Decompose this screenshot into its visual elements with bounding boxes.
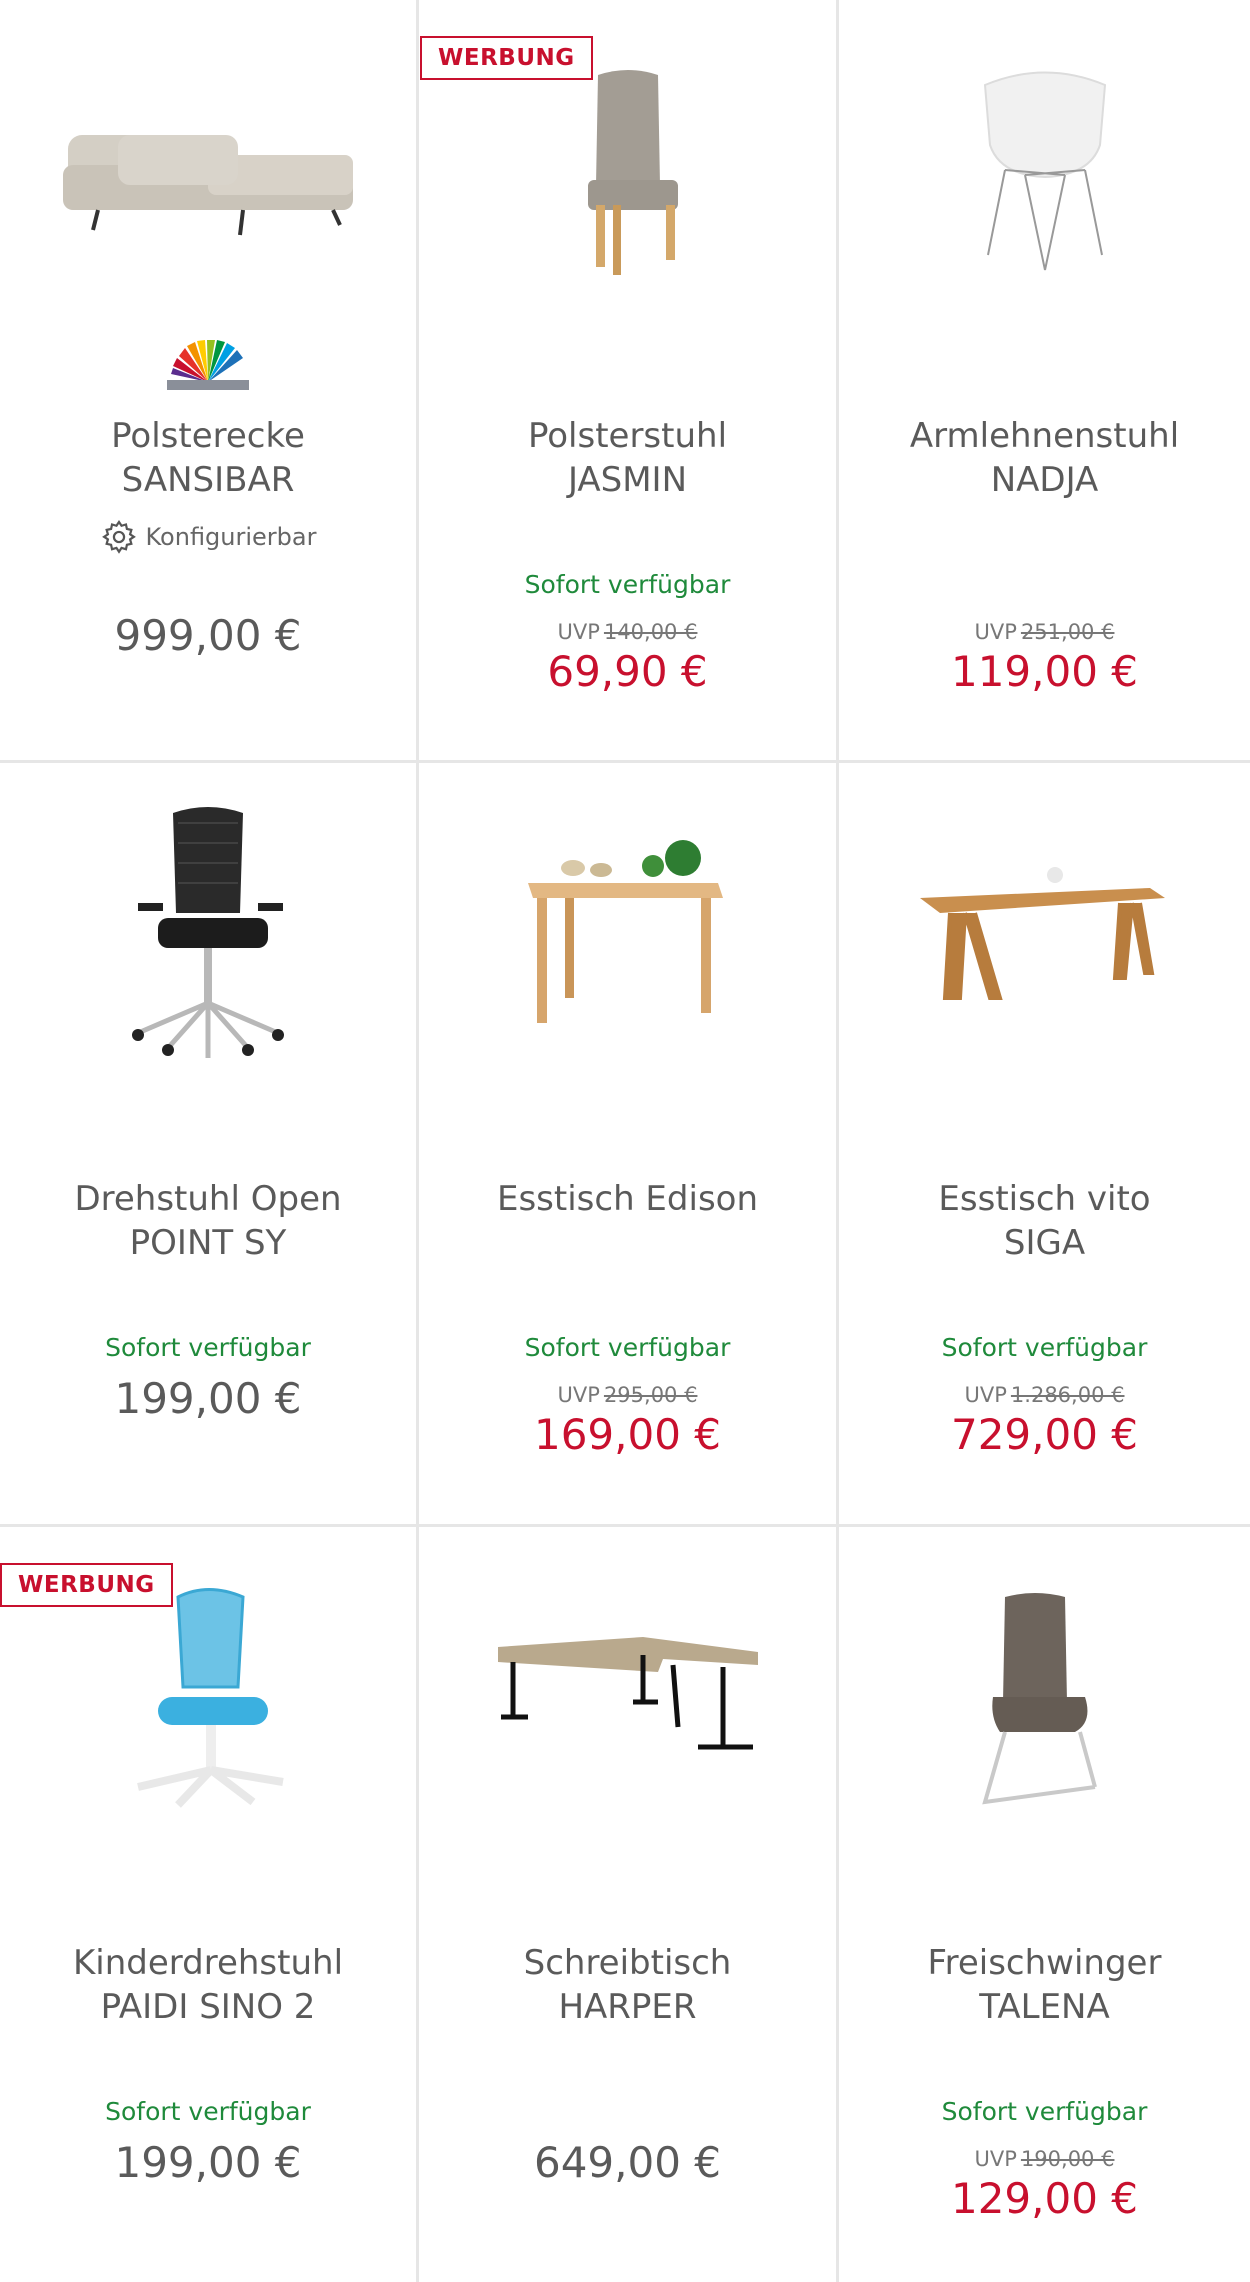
product-title[interactable]: Esstisch vito SIGA [849, 1177, 1240, 1265]
product-title-line2[interactable]: JASMIN [429, 458, 826, 502]
availability-text: Sofort verfügbar [105, 2097, 311, 2126]
product-tile-vito-siga[interactable]: Esstisch vito SIGA Sofort verfügbar UVP 1… [839, 763, 1250, 1527]
product-title[interactable]: Esstisch Edison [429, 1177, 826, 1221]
product-price: 649,00 € [533, 2138, 722, 2187]
product-title-line2[interactable]: HARPER [429, 1985, 826, 2029]
product-tile-paidi-sino[interactable]: WERBUNG Kinderdrehstuhl PAIDI SINO 2 Sof… [0, 1527, 419, 2282]
product-title-line1[interactable]: Esstisch Edison [429, 1177, 826, 1221]
product-tile-jasmin[interactable]: WERBUNG Polsterstuhl JASMIN Sofort verfü… [419, 0, 839, 763]
product-title-line1[interactable]: Polsterecke [10, 414, 406, 458]
table-image[interactable] [419, 803, 836, 1063]
product-title[interactable]: Armlehnenstuhl NADJA [849, 414, 1240, 502]
product-title-line1[interactable]: Esstisch vito [849, 1177, 1240, 1221]
product-title-line1[interactable]: Polsterstuhl [429, 414, 826, 458]
product-title[interactable]: Drehstuhl Open POINT SY [10, 1177, 406, 1265]
sale-price: 169,00 € [533, 1410, 722, 1459]
availability-text: Sofort verfügbar [524, 1333, 731, 1362]
sale-price: 119,00 € [950, 647, 1139, 696]
sale-price: 69,90 € [547, 647, 708, 696]
product-tile-harper[interactable]: Schreibtisch HARPER 649,00 € [419, 1527, 839, 2282]
kids-chair-image[interactable] [0, 1567, 416, 1827]
long-table-image[interactable] [839, 803, 1250, 1063]
product-title-line2[interactable]: SIGA [849, 1221, 1240, 1265]
product-tile-point-sy[interactable]: Drehstuhl Open POINT SY Sofort verfügbar… [0, 763, 419, 1527]
product-tile-edison[interactable]: Esstisch Edison Sofort verfügbar UVP 295,… [419, 763, 839, 1527]
color-options-icon [163, 338, 253, 396]
uvp-price: UVP 295,00 € [557, 1383, 698, 1407]
product-price: 199,00 € [114, 2138, 302, 2187]
product-title[interactable]: Polsterstuhl JASMIN [429, 414, 826, 502]
configurable-label: Konfigurierbar [0, 518, 416, 556]
product-title-line2[interactable]: SANSIBAR [10, 458, 406, 502]
product-price: 999,00 € [114, 611, 302, 660]
product-title[interactable]: Polsterecke SANSIBAR [10, 414, 406, 502]
availability-text: Sofort verfügbar [105, 1333, 311, 1362]
product-title-line2[interactable]: NADJA [849, 458, 1240, 502]
product-title-line2[interactable]: PAIDI SINO 2 [10, 1985, 406, 2029]
uvp-price: UVP 1.286,00 € [964, 1383, 1125, 1407]
product-tile-sansibar[interactable]: Polsterecke SANSIBAR Konfigurierbar 999,… [0, 0, 419, 763]
product-title-line2[interactable]: POINT SY [10, 1221, 406, 1265]
product-title-line1[interactable]: Armlehnenstuhl [849, 414, 1240, 458]
office-chair-image[interactable] [0, 803, 416, 1063]
uvp-price: UVP 190,00 € [974, 2147, 1115, 2171]
armchair-image[interactable] [839, 40, 1250, 300]
availability-text: Sofort verfügbar [524, 570, 731, 599]
cantilever-chair-image[interactable] [839, 1567, 1250, 1827]
product-grid: Polsterecke SANSIBAR Konfigurierbar 999,… [0, 0, 1250, 2282]
chair-image[interactable] [419, 40, 836, 300]
product-title-line1[interactable]: Schreibtisch [429, 1941, 826, 1985]
desk-image[interactable] [419, 1567, 836, 1827]
product-title[interactable]: Schreibtisch HARPER [429, 1941, 826, 2029]
sale-price: 129,00 € [950, 2174, 1139, 2223]
product-title[interactable]: Kinderdrehstuhl PAIDI SINO 2 [10, 1941, 406, 2029]
product-title[interactable]: Freischwinger TALENA [849, 1941, 1240, 2029]
product-title-line1[interactable]: Drehstuhl Open [10, 1177, 406, 1221]
availability-text: Sofort verfügbar [941, 1333, 1148, 1362]
uvp-price: UVP 140,00 € [557, 620, 698, 644]
product-title-line1[interactable]: Kinderdrehstuhl [10, 1941, 406, 1985]
gear-icon [101, 519, 136, 554]
sofa-image[interactable] [0, 40, 416, 300]
configurable-text: Konfigurierbar [145, 523, 317, 551]
sale-price: 729,00 € [950, 1410, 1139, 1459]
product-tile-talena[interactable]: Freischwinger TALENA Sofort verfügbar UV… [839, 1527, 1250, 2282]
product-title-line1[interactable]: Freischwinger [849, 1941, 1240, 1985]
availability-text: Sofort verfügbar [941, 2097, 1148, 2126]
product-price: 199,00 € [114, 1374, 302, 1423]
product-tile-nadja[interactable]: Armlehnenstuhl NADJA UVP 251,00 € 119,00 … [839, 0, 1250, 763]
uvp-price: UVP 251,00 € [974, 620, 1115, 644]
product-title-line2[interactable]: TALENA [849, 1985, 1240, 2029]
